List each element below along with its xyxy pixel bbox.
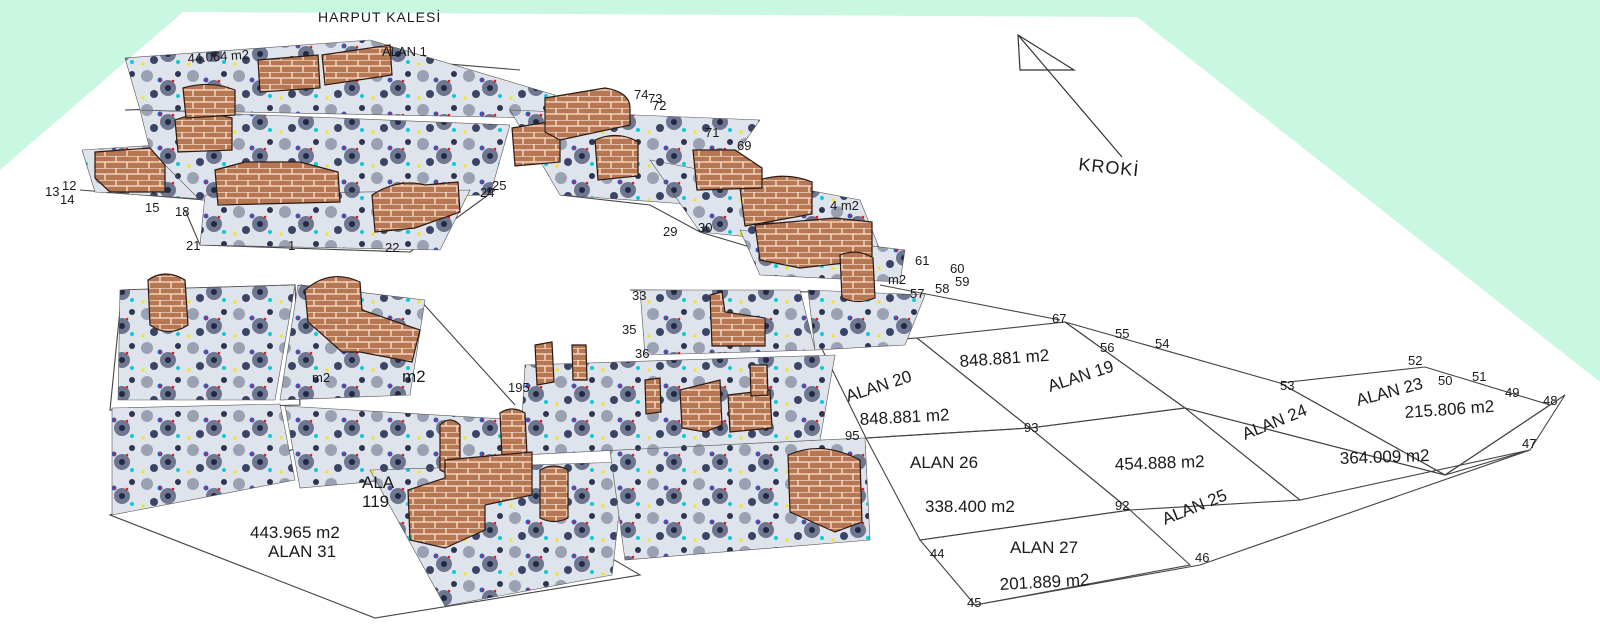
survey-point-54: 54 [1155, 336, 1169, 351]
survey-point-18: 18 [175, 204, 189, 219]
survey-point-21: 21 [186, 238, 200, 253]
radar-tile [117, 284, 296, 401]
survey-point-30: 30 [698, 220, 712, 235]
misc-area-3: 119 [362, 492, 389, 511]
survey-point-92: 92 [1115, 498, 1129, 513]
brick-wall [214, 161, 341, 206]
brick-wall [147, 273, 189, 333]
alan-26-name: ALAN 26 [910, 453, 978, 472]
survey-point-69: 69 [737, 138, 751, 153]
brick-wall [594, 134, 639, 181]
brick-wall [539, 465, 569, 523]
survey-point-74: 74 [634, 87, 648, 102]
survey-point-45: 45 [967, 595, 981, 610]
survey-point-29: 29 [663, 224, 677, 239]
survey-point-1: 1 [288, 238, 295, 253]
misc-area-4: m2 [402, 367, 426, 386]
survey-point-56: 56 [1100, 340, 1114, 355]
survey-point-55: 55 [1115, 326, 1129, 341]
survey-point-53: 53 [1280, 378, 1294, 393]
brick-wall [749, 364, 769, 397]
alan-26-area: 338.400 m2 [925, 497, 1015, 516]
map-scene: KROKİ HARPUT KALESİ ALAN 1 ALAN 19 848.8… [0, 8, 1600, 638]
survey-point-95: 95 [845, 428, 859, 443]
survey-point-195: 195 [508, 380, 530, 395]
brick-wall [644, 377, 662, 415]
misc-area-5: m2 [888, 272, 906, 287]
survey-point-12: 12 [62, 178, 76, 193]
survey-point-59: 59 [955, 274, 969, 289]
brick-wall [174, 113, 233, 153]
survey-point-57: 57 [910, 286, 924, 301]
alan-31-area: 443.965 m2 [250, 523, 340, 542]
survey-point-46: 46 [1195, 550, 1209, 565]
survey-point-14: 14 [60, 192, 74, 207]
alan-27-name: ALAN 27 [1010, 538, 1078, 557]
survey-point-93: 93 [1024, 420, 1038, 435]
brick-wall [499, 408, 528, 459]
brick-wall [182, 83, 236, 119]
survey-point-47: 47 [1522, 436, 1536, 451]
survey-point-67: 67 [1052, 311, 1066, 326]
survey-point-22: 22 [385, 240, 399, 255]
survey-point-48: 48 [1543, 393, 1557, 408]
survey-point-60: 60 [950, 261, 964, 276]
survey-point-61: 61 [915, 253, 929, 268]
brick-wall [571, 344, 588, 381]
survey-point-73: 73 [648, 91, 662, 106]
survey-point-25: 25 [492, 178, 506, 193]
alan-25-area: 454.888 m2 [1114, 452, 1204, 474]
brick-wall [94, 147, 166, 193]
map-title: HARPUT KALESİ [318, 8, 441, 25]
survey-point-33: 33 [632, 288, 646, 303]
brick-wall [839, 251, 876, 303]
survey-point-15: 15 [145, 200, 159, 215]
survey-point-50: 50 [1438, 373, 1452, 388]
survey-point-51: 51 [1472, 369, 1486, 384]
alan-31-name: ALAN 31 [268, 542, 336, 561]
survey-point-44: 44 [930, 546, 944, 561]
survey-point-13: 13 [45, 184, 59, 199]
survey-point-58: 58 [935, 281, 949, 296]
brick-wall [727, 389, 773, 433]
survey-point-49: 49 [1505, 385, 1519, 400]
brick-wall [534, 341, 555, 386]
misc-area-2: ALA [362, 473, 395, 492]
alan-24-area: 364.009 m2 [1339, 446, 1429, 468]
misc-area-6: 4 m2 [830, 198, 859, 213]
radar-tile [519, 354, 836, 456]
survey-point-36: 36 [635, 346, 649, 361]
alan-1-label: ALAN 1 [382, 44, 427, 59]
brick-wall [257, 54, 321, 93]
misc-area-7: m2 [312, 370, 330, 385]
survey-point-52: 52 [1408, 353, 1422, 368]
survey-point-71: 71 [705, 125, 719, 140]
survey-point-35: 35 [622, 322, 636, 337]
